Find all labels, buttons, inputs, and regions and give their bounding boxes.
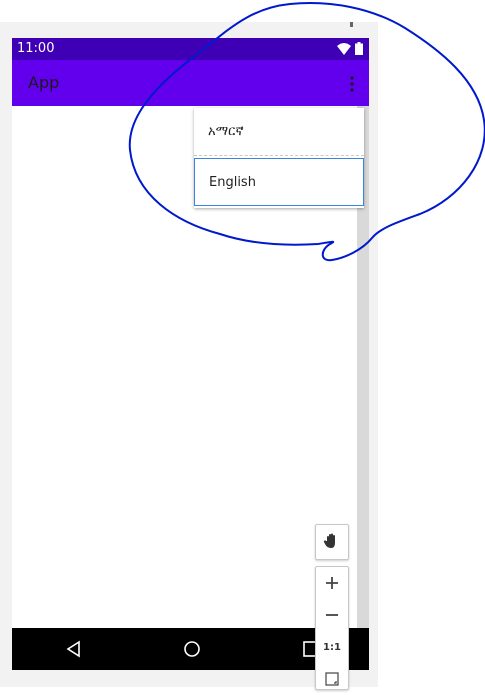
overflow-menu-button[interactable] bbox=[343, 73, 361, 95]
workspace: 11:00 App አማርኛ English 1:1 bbox=[0, 0, 485, 690]
actual-size-button[interactable]: 1:1 bbox=[316, 631, 348, 663]
status-bar: 11:00 bbox=[12, 38, 369, 60]
overflow-popup-menu: አማርኛ English bbox=[194, 108, 364, 208]
pan-button[interactable] bbox=[316, 525, 348, 557]
zoom-toolbar: 1:1 bbox=[315, 566, 349, 690]
more-vert-icon bbox=[350, 76, 354, 92]
wifi-icon bbox=[337, 42, 351, 55]
fit-screen-icon bbox=[325, 672, 339, 686]
home-icon[interactable] bbox=[182, 639, 202, 659]
zoom-out-button[interactable] bbox=[316, 599, 348, 631]
menu-item-amharic[interactable]: አማርኛ bbox=[194, 108, 364, 156]
menu-item-english[interactable]: English bbox=[194, 158, 364, 206]
plus-icon bbox=[326, 577, 338, 589]
app-bar: App bbox=[12, 60, 369, 106]
fit-screen-button[interactable] bbox=[316, 663, 348, 695]
hand-icon bbox=[323, 533, 335, 548]
actual-size-label: 1:1 bbox=[323, 641, 341, 653]
menu-item-label: English bbox=[209, 175, 256, 190]
status-time: 11:00 bbox=[17, 41, 55, 56]
menu-item-label: አማርኛ bbox=[208, 124, 244, 139]
minus-icon bbox=[326, 614, 338, 616]
zoom-in-button[interactable] bbox=[316, 567, 348, 599]
back-icon[interactable] bbox=[64, 639, 84, 659]
canvas-handle bbox=[350, 22, 353, 27]
battery-icon bbox=[355, 42, 363, 55]
pan-toolbar bbox=[315, 524, 349, 560]
app-title: App bbox=[28, 73, 60, 92]
status-icons bbox=[337, 42, 363, 55]
